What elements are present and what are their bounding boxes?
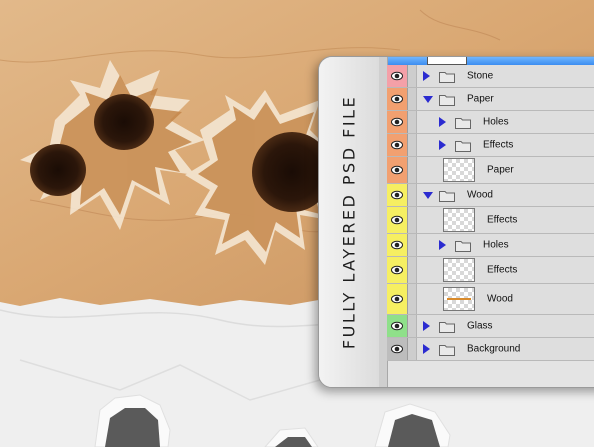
visibility-toggle[interactable] (387, 234, 408, 256)
layer-name: Wood (487, 293, 513, 305)
layer-row-holes[interactable]: Holes (387, 234, 594, 257)
folder-icon (439, 343, 455, 356)
link-column (408, 134, 417, 156)
visibility-toggle[interactable] (387, 315, 408, 337)
layer-row-paper[interactable]: Paper (387, 157, 594, 184)
layer-row-glass[interactable]: Glass (387, 315, 594, 338)
link-column (408, 284, 417, 314)
layer-name: Paper (487, 164, 514, 176)
triangle-down-icon[interactable] (423, 192, 433, 199)
layer-name: Background (467, 343, 521, 355)
panel-selection-bar (383, 57, 594, 65)
link-column (408, 65, 417, 87)
layer-row-effects[interactable]: Effects (387, 207, 594, 234)
layer-row-wood[interactable]: Wood (387, 284, 594, 315)
bullet-hole (94, 94, 154, 150)
link-column (408, 157, 417, 183)
link-column (408, 315, 417, 337)
visibility-toggle[interactable] (387, 111, 408, 133)
layers-list: Stone Paper Holes Effects Paper Wood Effects Ho… (387, 65, 594, 361)
eye-icon (391, 321, 403, 331)
side-label-text: FULLY LAYERED PSD FILE (339, 94, 359, 350)
layer-name: Glass (467, 320, 493, 332)
eye-icon (391, 165, 403, 175)
folder-icon (439, 93, 455, 106)
triangle-right-icon[interactable] (439, 140, 446, 150)
layer-thumbnail (443, 287, 475, 311)
layer-name: Effects (487, 264, 518, 276)
layer-name: Paper (467, 93, 494, 105)
eye-icon (391, 344, 403, 354)
folder-icon (439, 320, 455, 333)
triangle-right-icon[interactable] (423, 344, 430, 354)
layer-name: Wood (467, 189, 493, 201)
folder-icon (455, 139, 471, 152)
layer-thumbnail (443, 158, 475, 182)
eye-icon (391, 240, 403, 250)
link-column (408, 111, 417, 133)
visibility-toggle[interactable] (387, 338, 408, 360)
link-column (408, 184, 417, 206)
triangle-right-icon[interactable] (423, 321, 430, 331)
folder-icon (455, 116, 471, 129)
visibility-toggle[interactable] (387, 184, 408, 206)
layer-name: Stone (467, 70, 494, 82)
link-column (408, 257, 417, 283)
visibility-toggle[interactable] (387, 257, 408, 283)
triangle-right-icon[interactable] (439, 240, 446, 250)
eye-icon (391, 294, 403, 304)
layer-row-stone[interactable]: Stone (387, 65, 594, 88)
panel-tab-stub (427, 57, 467, 65)
visibility-toggle[interactable] (387, 284, 408, 314)
eye-icon (391, 117, 403, 127)
folder-icon (439, 70, 455, 83)
layer-thumbnail (443, 208, 475, 232)
folder-icon (439, 189, 455, 202)
link-column (408, 88, 417, 110)
eye-icon (391, 190, 403, 200)
layer-name: Holes (483, 116, 509, 128)
layer-name: Effects (483, 139, 514, 151)
eye-icon (391, 71, 403, 81)
eye-icon (391, 140, 403, 150)
layer-name: Holes (483, 239, 509, 251)
eye-icon (391, 265, 403, 275)
layer-row-background[interactable]: Background (387, 338, 594, 361)
visibility-toggle[interactable] (387, 134, 408, 156)
layer-row-holes[interactable]: Holes (387, 111, 594, 134)
link-column (408, 207, 417, 233)
layer-row-effects[interactable]: Effects (387, 257, 594, 284)
layer-row-paper[interactable]: Paper (387, 88, 594, 111)
visibility-toggle[interactable] (387, 207, 408, 233)
eye-icon (391, 215, 403, 225)
layer-row-wood[interactable]: Wood (387, 184, 594, 207)
layers-panel: FULLY LAYERED PSD FILE Stone Paper Holes Ef… (318, 56, 594, 388)
link-column (408, 338, 417, 360)
side-label-band: FULLY LAYERED PSD FILE (319, 57, 380, 387)
triangle-down-icon[interactable] (423, 96, 433, 103)
layer-row-effects[interactable]: Effects (387, 134, 594, 157)
layer-name: Effects (487, 214, 518, 226)
bullet-hole (30, 144, 86, 196)
visibility-toggle[interactable] (387, 65, 408, 87)
layer-thumbnail (443, 258, 475, 282)
visibility-toggle[interactable] (387, 88, 408, 110)
eye-icon (391, 94, 403, 104)
link-column (408, 234, 417, 256)
visibility-toggle[interactable] (387, 157, 408, 183)
triangle-right-icon[interactable] (439, 117, 446, 127)
triangle-right-icon[interactable] (423, 71, 430, 81)
folder-icon (455, 239, 471, 252)
